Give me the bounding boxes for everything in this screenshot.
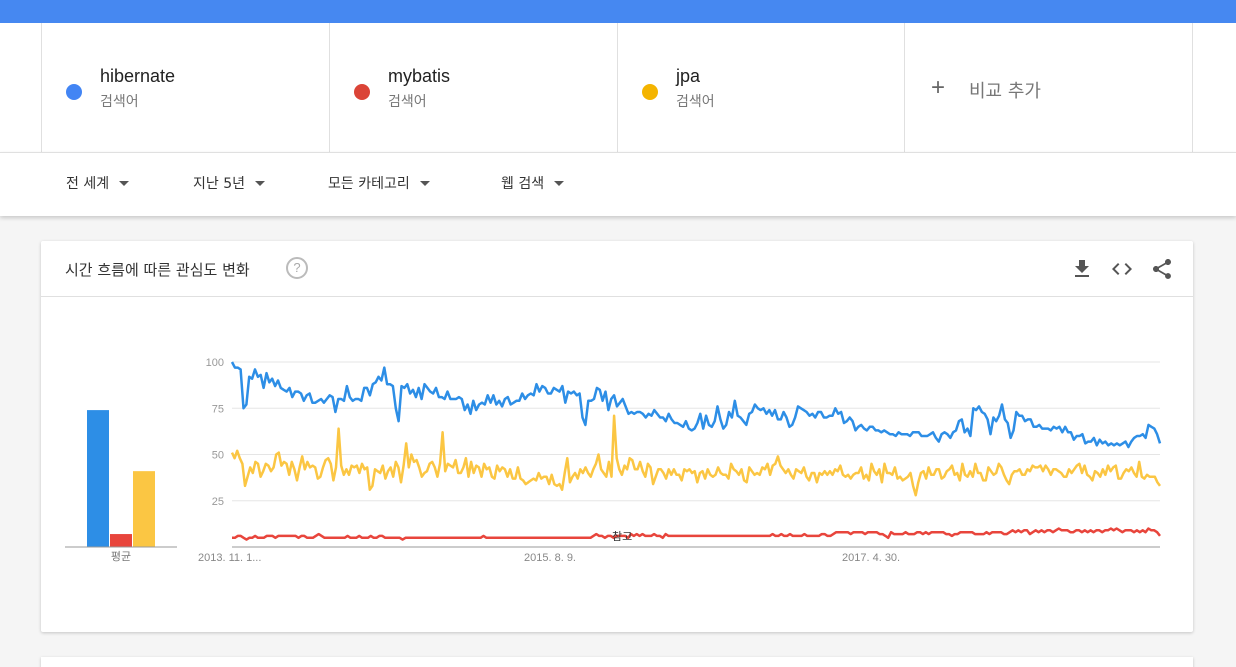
time-filter-label: 지난 5년 bbox=[193, 176, 245, 192]
x-tick-label: 2017. 4. 30. bbox=[842, 552, 900, 564]
term-type: 검색어 bbox=[388, 94, 427, 110]
note-label: 참고 bbox=[612, 530, 632, 543]
term-type: 검색어 bbox=[100, 94, 139, 110]
top-bar bbox=[0, 0, 1236, 23]
chevron-down-icon bbox=[554, 180, 565, 186]
average-bar-mybatis bbox=[110, 534, 132, 547]
term-name[interactable]: jpa bbox=[676, 66, 700, 87]
card-title: 시간 흐름에 따른 관심도 변화 bbox=[65, 261, 250, 279]
search-type-filter[interactable]: 웹 검색 bbox=[501, 173, 565, 193]
region-filter[interactable]: 전 세계 bbox=[66, 173, 130, 193]
chevron-down-icon bbox=[119, 180, 130, 186]
interest-chart: 평균 25 50 75 100 2013. 11. 1... 2015. 8. 9. 201… bbox=[65, 357, 1162, 564]
chart-lines bbox=[230, 361, 1162, 541]
next-card bbox=[41, 657, 1193, 667]
average-label: 평균 bbox=[111, 550, 131, 563]
add-compare-button[interactable]: + 비교 추가 bbox=[904, 23, 1193, 152]
x-tick-label: 2015. 8. 9. bbox=[524, 552, 576, 564]
term-card-hibernate[interactable]: hibernate 검색어 bbox=[41, 23, 329, 152]
average-bars: 평균 bbox=[65, 410, 177, 563]
share-icon[interactable] bbox=[1150, 257, 1174, 281]
term-card-mybatis[interactable]: mybatis 검색어 bbox=[329, 23, 617, 152]
help-icon[interactable]: ? bbox=[286, 257, 308, 279]
search-type-filter-label: 웹 검색 bbox=[501, 176, 545, 192]
y-tick-label: 25 bbox=[212, 496, 224, 508]
term-compare-bar: hibernate 검색어 mybatis 검색어 jpa 검색어 + 비교 추… bbox=[0, 23, 1236, 152]
add-compare-label: 비교 추가 bbox=[969, 81, 1041, 102]
y-tick-label: 75 bbox=[212, 403, 224, 415]
term-color-dot bbox=[66, 84, 82, 100]
term-card-jpa[interactable]: jpa 검색어 bbox=[617, 23, 904, 152]
y-tick-label: 100 bbox=[206, 357, 224, 369]
category-filter-label: 모든 카테고리 bbox=[328, 176, 410, 192]
interest-over-time-card: 시간 흐름에 따른 관심도 변화 ? 평균 25 50 75 100 2013. 11.… bbox=[41, 241, 1193, 632]
term-type: 검색어 bbox=[676, 94, 715, 110]
embed-code-icon[interactable] bbox=[1110, 257, 1134, 281]
card-header: 시간 흐름에 따른 관심도 변화 ? bbox=[41, 241, 1193, 297]
chevron-down-icon bbox=[419, 180, 430, 186]
plus-icon: + bbox=[931, 74, 946, 101]
y-tick-label: 50 bbox=[212, 450, 224, 462]
series-line-hibernate bbox=[230, 361, 1162, 449]
category-filter[interactable]: 모든 카테고리 bbox=[328, 173, 430, 193]
term-color-dot bbox=[354, 84, 370, 100]
term-name[interactable]: mybatis bbox=[388, 66, 450, 87]
filter-bar: 전 세계 지난 5년 모든 카테고리 웹 검색 bbox=[0, 152, 1236, 216]
term-name[interactable]: hibernate bbox=[100, 66, 175, 87]
chevron-down-icon bbox=[255, 180, 265, 186]
average-bar-hibernate bbox=[87, 410, 109, 547]
average-bar-jpa bbox=[133, 471, 155, 547]
x-tick-label: 2013. 11. 1... bbox=[198, 552, 261, 564]
region-filter-label: 전 세계 bbox=[66, 176, 110, 192]
time-filter[interactable]: 지난 5년 bbox=[193, 173, 265, 193]
download-icon[interactable] bbox=[1070, 257, 1094, 281]
series-line-mybatis bbox=[232, 527, 1161, 541]
term-color-dot bbox=[642, 84, 658, 100]
